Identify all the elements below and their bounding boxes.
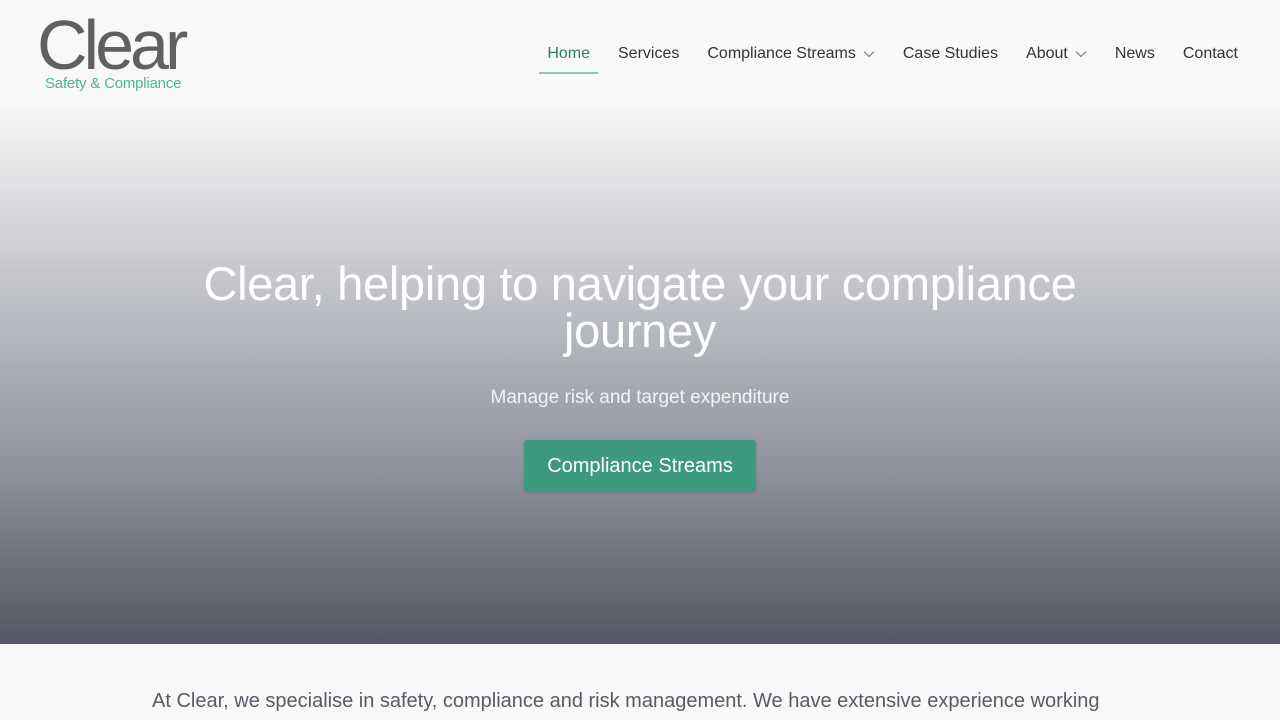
nav-item-services[interactable]: Services xyxy=(610,36,687,72)
intro-text: At Clear, we specialise in safety, compl… xyxy=(152,690,1100,712)
main-nav: Home Services Compliance Streams Case St… xyxy=(527,36,1246,74)
nav-item-contact[interactable]: Contact xyxy=(1175,36,1246,72)
nav-item-label: Contact xyxy=(1182,45,1238,62)
nav-item-label: Compliance Streams xyxy=(707,45,856,62)
hero-title: Clear, helping to navigate your complian… xyxy=(203,257,1077,357)
hero-subtitle: Manage risk and target expenditure xyxy=(490,387,790,408)
site-logo[interactable]: Clear Safety & Compliance xyxy=(37,6,210,96)
nav-item-label: About xyxy=(1026,45,1068,62)
chevron-down-icon xyxy=(863,51,875,58)
page: Clear Safety & Compliance Home Services … xyxy=(0,0,1280,720)
logo-wordmark: Clear xyxy=(37,6,188,84)
logo-tagline: Safety & Compliance xyxy=(45,75,182,92)
nav-item-compliance-streams[interactable]: Compliance Streams xyxy=(699,36,883,72)
nav-item-case-studies[interactable]: Case Studies xyxy=(895,36,1006,72)
nav-item-label: News xyxy=(1114,45,1155,62)
nav-item-label: Home xyxy=(547,45,590,62)
compliance-streams-button[interactable]: Compliance Streams xyxy=(524,440,756,492)
nav-item-label: Case Studies xyxy=(902,45,999,62)
nav-item-news[interactable]: News xyxy=(1107,36,1163,72)
nav-item-about[interactable]: About xyxy=(1018,36,1095,72)
nav-item-home[interactable]: Home xyxy=(539,36,598,74)
nav-item-label: Services xyxy=(618,45,680,62)
chevron-down-icon xyxy=(1075,51,1087,58)
site-header: Clear Safety & Compliance Home Services … xyxy=(0,0,1280,110)
